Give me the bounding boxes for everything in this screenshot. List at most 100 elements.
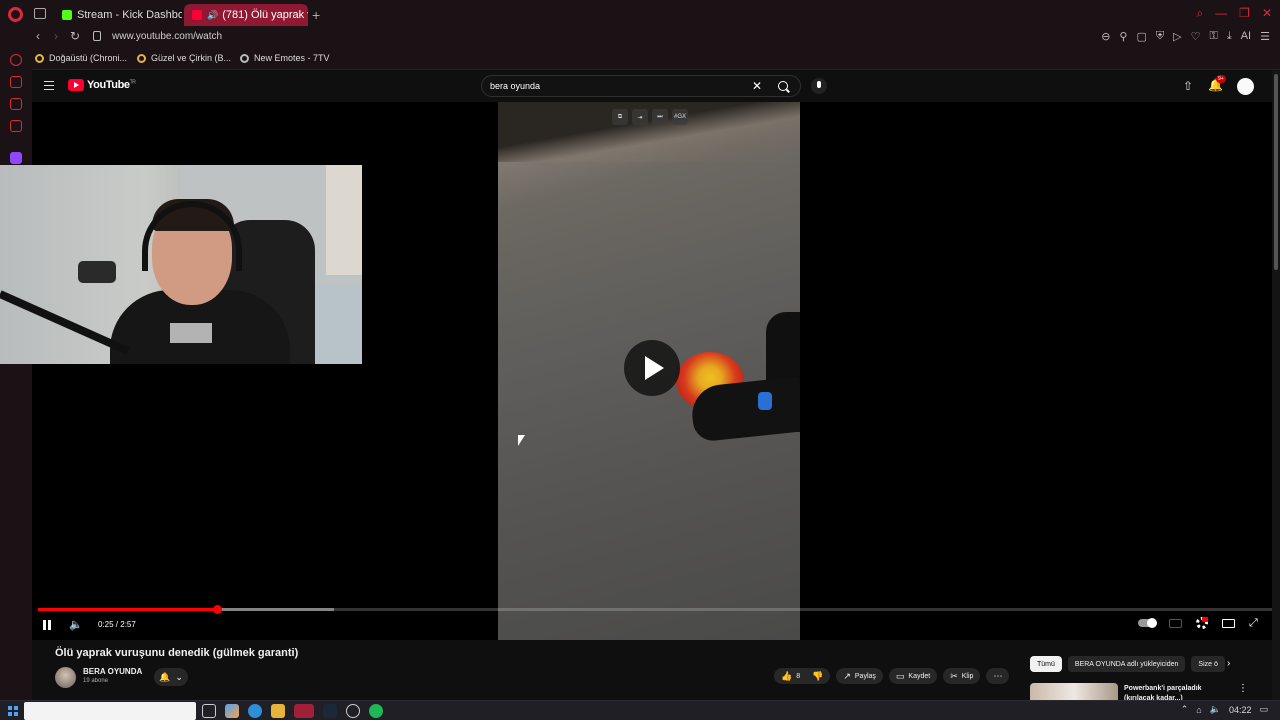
youtube-logo-icon[interactable] — [68, 79, 84, 91]
scrollbar-thumb[interactable] — [1274, 74, 1278, 270]
channel-avatar[interactable] — [55, 667, 76, 688]
chevron-up-icon[interactable]: ⌃ — [1181, 704, 1189, 715]
network-icon[interactable]: ⌂ — [1196, 705, 1201, 715]
restore-button[interactable]: ❐ — [1239, 6, 1250, 21]
steam-icon[interactable] — [323, 704, 337, 718]
forward-button[interactable]: › — [54, 29, 58, 43]
recommendation-title[interactable]: Powerbank'i parçaladık (kırılacak kadar.… — [1124, 684, 1232, 700]
youtube-brand[interactable]: YouTubeTR — [87, 79, 136, 91]
bookmark-favicon-icon — [137, 53, 146, 63]
gx-icon[interactable]: #GX — [672, 109, 688, 125]
play-icon[interactable] — [624, 340, 680, 396]
bookmark-item[interactable]: New Emotes - 7TV — [240, 53, 330, 63]
more-vert-icon[interactable]: ⋮ — [1238, 683, 1248, 694]
fullscreen-icon[interactable]: ⤢ — [1249, 618, 1259, 629]
more-actions-button[interactable]: ⋯ — [986, 668, 1010, 684]
opera-menu-icon[interactable] — [8, 7, 23, 22]
volume-icon[interactable]: 🔈 — [1210, 704, 1221, 715]
taskbar-search-box[interactable] — [24, 702, 196, 720]
page-scrollbar[interactable] — [1272, 70, 1280, 700]
snapshot-icon[interactable]: ▢ — [1136, 30, 1146, 43]
volume-icon[interactable]: 🔈 — [69, 618, 83, 631]
next-track-icon[interactable]: ⏭ — [652, 109, 668, 125]
wallet-icon[interactable]: ⚿ — [1209, 30, 1217, 43]
pause-icon[interactable] — [43, 620, 51, 630]
autoplay-toggle[interactable] — [1138, 618, 1157, 628]
tab-youtube[interactable]: 🔊 (781) Ölü yaprak vuruş — [184, 4, 308, 26]
bookmark-item[interactable]: Doğaüstü (Chroni... — [35, 53, 127, 63]
thumbs-down-icon[interactable]: 👎 — [812, 671, 823, 682]
share-button[interactable]: ↗ Paylaş — [836, 668, 883, 684]
back-button[interactable]: ‹ — [36, 29, 40, 43]
edge-icon[interactable] — [248, 704, 262, 718]
close-button[interactable]: ✕ — [1262, 6, 1272, 21]
save-button[interactable]: ▭ Kaydet — [888, 668, 938, 684]
search-tabs-icon[interactable]: ⌕ — [1196, 6, 1203, 21]
url-field[interactable]: www.youtube.com/watch — [112, 31, 222, 42]
chip-all[interactable]: Tümü — [1030, 656, 1062, 672]
ai-button[interactable]: AI — [1241, 30, 1251, 43]
window-controls: ⌕ — ❐ ✕ — [1196, 6, 1272, 21]
heart-icon[interactable]: ♡ — [1191, 30, 1201, 43]
youtube-masthead: YouTubeTR ✕ ⇧ 🔔 9+ — [32, 70, 1272, 102]
player-right-controls: ⤢ — [1138, 617, 1259, 629]
progress-scrubber[interactable] — [212, 605, 222, 614]
recommendation-thumbnail[interactable] — [1030, 683, 1118, 700]
search-input[interactable] — [482, 76, 742, 96]
easy-setup-icon[interactable]: ☰ — [1260, 30, 1270, 43]
chevron-right-icon[interactable]: › — [1227, 658, 1230, 669]
video-details: Ölü yaprak vuruşunu denedik (gülmek gara… — [32, 640, 1272, 700]
guide-menu-icon[interactable] — [44, 81, 54, 90]
like-button[interactable]: 👍 8 👎 — [774, 668, 831, 684]
task-view-icon[interactable] — [202, 704, 216, 718]
messenger-icon[interactable] — [10, 76, 22, 88]
subscription-bell-button[interactable]: 🔔 ⌄ — [154, 668, 188, 686]
game-icon[interactable] — [10, 120, 22, 132]
clock[interactable]: 04:22 — [1229, 705, 1252, 715]
shield-icon[interactable]: ⛨ — [1156, 30, 1164, 43]
voice-search-icon[interactable] — [811, 78, 827, 94]
opera-gx-icon[interactable] — [294, 704, 314, 718]
twitch-icon[interactable] — [10, 152, 22, 164]
snapshot-icon[interactable]: ⇥ — [632, 109, 648, 125]
windows-start-icon[interactable] — [8, 706, 18, 716]
captions-icon[interactable] — [1169, 618, 1182, 628]
minimize-button[interactable]: — — [1215, 6, 1227, 21]
clear-search-icon[interactable]: ✕ — [752, 79, 762, 93]
address-bar-row: ‹ › ↻ www.youtube.com/watch ⊖ ⚲ ▢ ⛨ ▷ ♡ … — [0, 28, 1280, 46]
pin-icon[interactable]: ⚲ — [1119, 30, 1127, 43]
youtube-favicon-icon — [192, 10, 202, 20]
chip-uploader[interactable]: BERA OYUNDA adlı yükleyiciden — [1067, 656, 1186, 672]
play-icon[interactable]: ▷ — [1173, 30, 1181, 43]
hd-badge — [1202, 617, 1208, 622]
tab-label: (781) Ölü yaprak vuruş — [222, 9, 308, 21]
clip-button[interactable]: ✂ Klip — [943, 668, 981, 684]
progress-bar[interactable] — [38, 605, 1272, 614]
download-icon[interactable]: ⤓ — [1227, 30, 1232, 43]
chat-icon[interactable] — [10, 98, 22, 110]
search-icon[interactable] — [778, 81, 788, 91]
like-count: 8 — [796, 672, 801, 680]
speaker-icon[interactable]: 🔊 — [207, 10, 218, 21]
popout-icon[interactable]: ⧉ — [612, 109, 628, 125]
progress-played — [38, 608, 217, 611]
bookmark-item[interactable]: Güzel ve Çirkin (B... — [137, 53, 231, 63]
new-tab-button[interactable]: + — [312, 7, 320, 23]
kick-favicon-icon — [62, 10, 72, 20]
obs-icon[interactable] — [346, 704, 360, 718]
reload-button[interactable]: ↻ — [70, 29, 80, 43]
account-avatar[interactable] — [1237, 78, 1254, 95]
upload-icon[interactable]: ⇧ — [1183, 79, 1193, 93]
theater-mode-icon[interactable] — [1222, 618, 1235, 628]
history-icon[interactable] — [10, 54, 22, 66]
zoom-icon[interactable]: ⊖ — [1101, 30, 1110, 43]
tab-overview-icon[interactable] — [34, 8, 46, 19]
tab-kick-dashboard[interactable]: Stream - Kick Dashboard — [54, 4, 182, 26]
spotify-icon[interactable] — [369, 704, 383, 718]
browser-toolbar: ⊖ ⚲ ▢ ⛨ ▷ ♡ ⚿ ⤓ AI ☰ — [1101, 30, 1270, 43]
chip-for-you[interactable]: Size ö — [1191, 656, 1225, 672]
notifications-icon[interactable]: ▭ — [1259, 704, 1268, 715]
file-explorer-icon[interactable] — [271, 704, 285, 718]
channel-name[interactable]: BERA OYUNDA — [83, 667, 142, 676]
copilot-icon[interactable] — [225, 704, 239, 718]
